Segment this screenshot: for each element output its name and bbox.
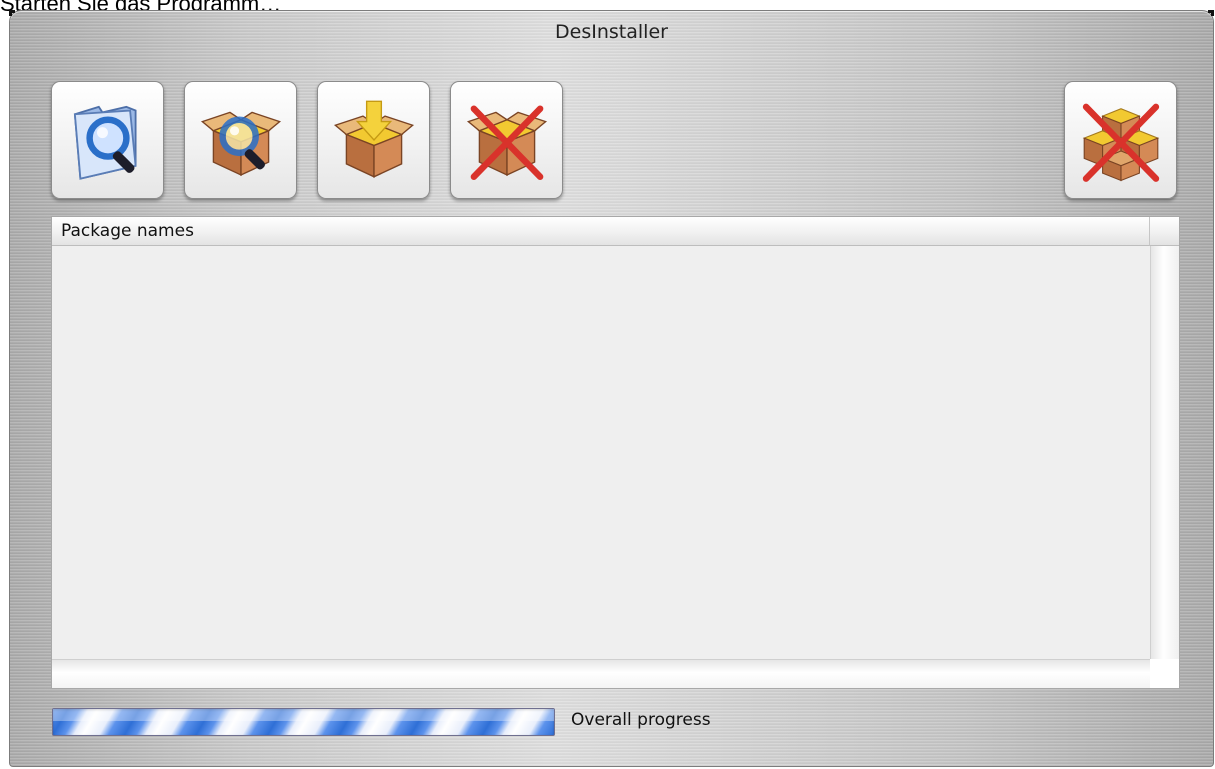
package-install-icon	[333, 100, 414, 178]
window-corner-mark-left	[9, 10, 15, 16]
table-header-corner	[1150, 217, 1179, 246]
package-list[interactable]	[52, 246, 1150, 659]
remove-package-button[interactable]	[450, 81, 563, 199]
packages-remove-all-icon	[1082, 103, 1159, 182]
remove-all-packages-button[interactable]	[1064, 81, 1177, 199]
window-corner-mark-right	[1208, 10, 1214, 16]
search-package-button[interactable]	[184, 81, 297, 199]
package-table: Package names	[51, 216, 1180, 689]
scroll-corner	[1150, 659, 1179, 688]
horizontal-scrollbar[interactable]	[52, 659, 1150, 688]
browse-folder-button[interactable]	[51, 81, 164, 199]
folder-search-icon	[73, 105, 137, 180]
window-title: DesInstaller	[555, 21, 668, 43]
package-remove-icon	[466, 105, 547, 181]
package-search-icon	[200, 111, 281, 177]
overall-progress-bar	[52, 708, 555, 736]
column-header-package-names[interactable]: Package names	[52, 217, 1150, 246]
vertical-scrollbar[interactable]	[1150, 246, 1179, 659]
overall-progress-label: Overall progress	[571, 710, 711, 730]
install-package-button[interactable]	[317, 81, 430, 199]
desinstaller-window: DesInstaller Package names Overall progr…	[9, 10, 1214, 767]
progress-gloss	[53, 709, 554, 721]
